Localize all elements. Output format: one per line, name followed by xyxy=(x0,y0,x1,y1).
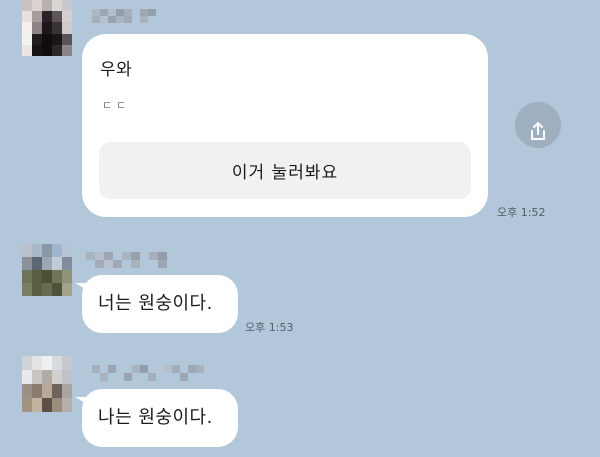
card-message-bubble: 우와 ㄷㄷ 이거 눌러봐요 xyxy=(82,34,488,217)
sender-name xyxy=(86,252,176,268)
sender-name xyxy=(92,365,204,381)
card-subtitle: ㄷㄷ xyxy=(102,99,131,112)
message-bubble: 나는 원숭이다. xyxy=(75,389,238,447)
sender-name xyxy=(92,9,164,23)
message-time: 오후 1:53 xyxy=(245,321,294,334)
share-icon xyxy=(531,122,545,140)
avatar[interactable] xyxy=(22,0,72,56)
card-title: 우와 xyxy=(100,60,133,80)
avatar[interactable] xyxy=(22,356,72,412)
share-button[interactable] xyxy=(515,102,561,148)
message-bubble: 너는 원숭이다. xyxy=(75,275,238,333)
message-time: 오후 1:52 xyxy=(497,206,546,219)
card-action-button[interactable]: 이거 눌러봐요 xyxy=(99,142,471,199)
avatar[interactable] xyxy=(22,244,72,296)
